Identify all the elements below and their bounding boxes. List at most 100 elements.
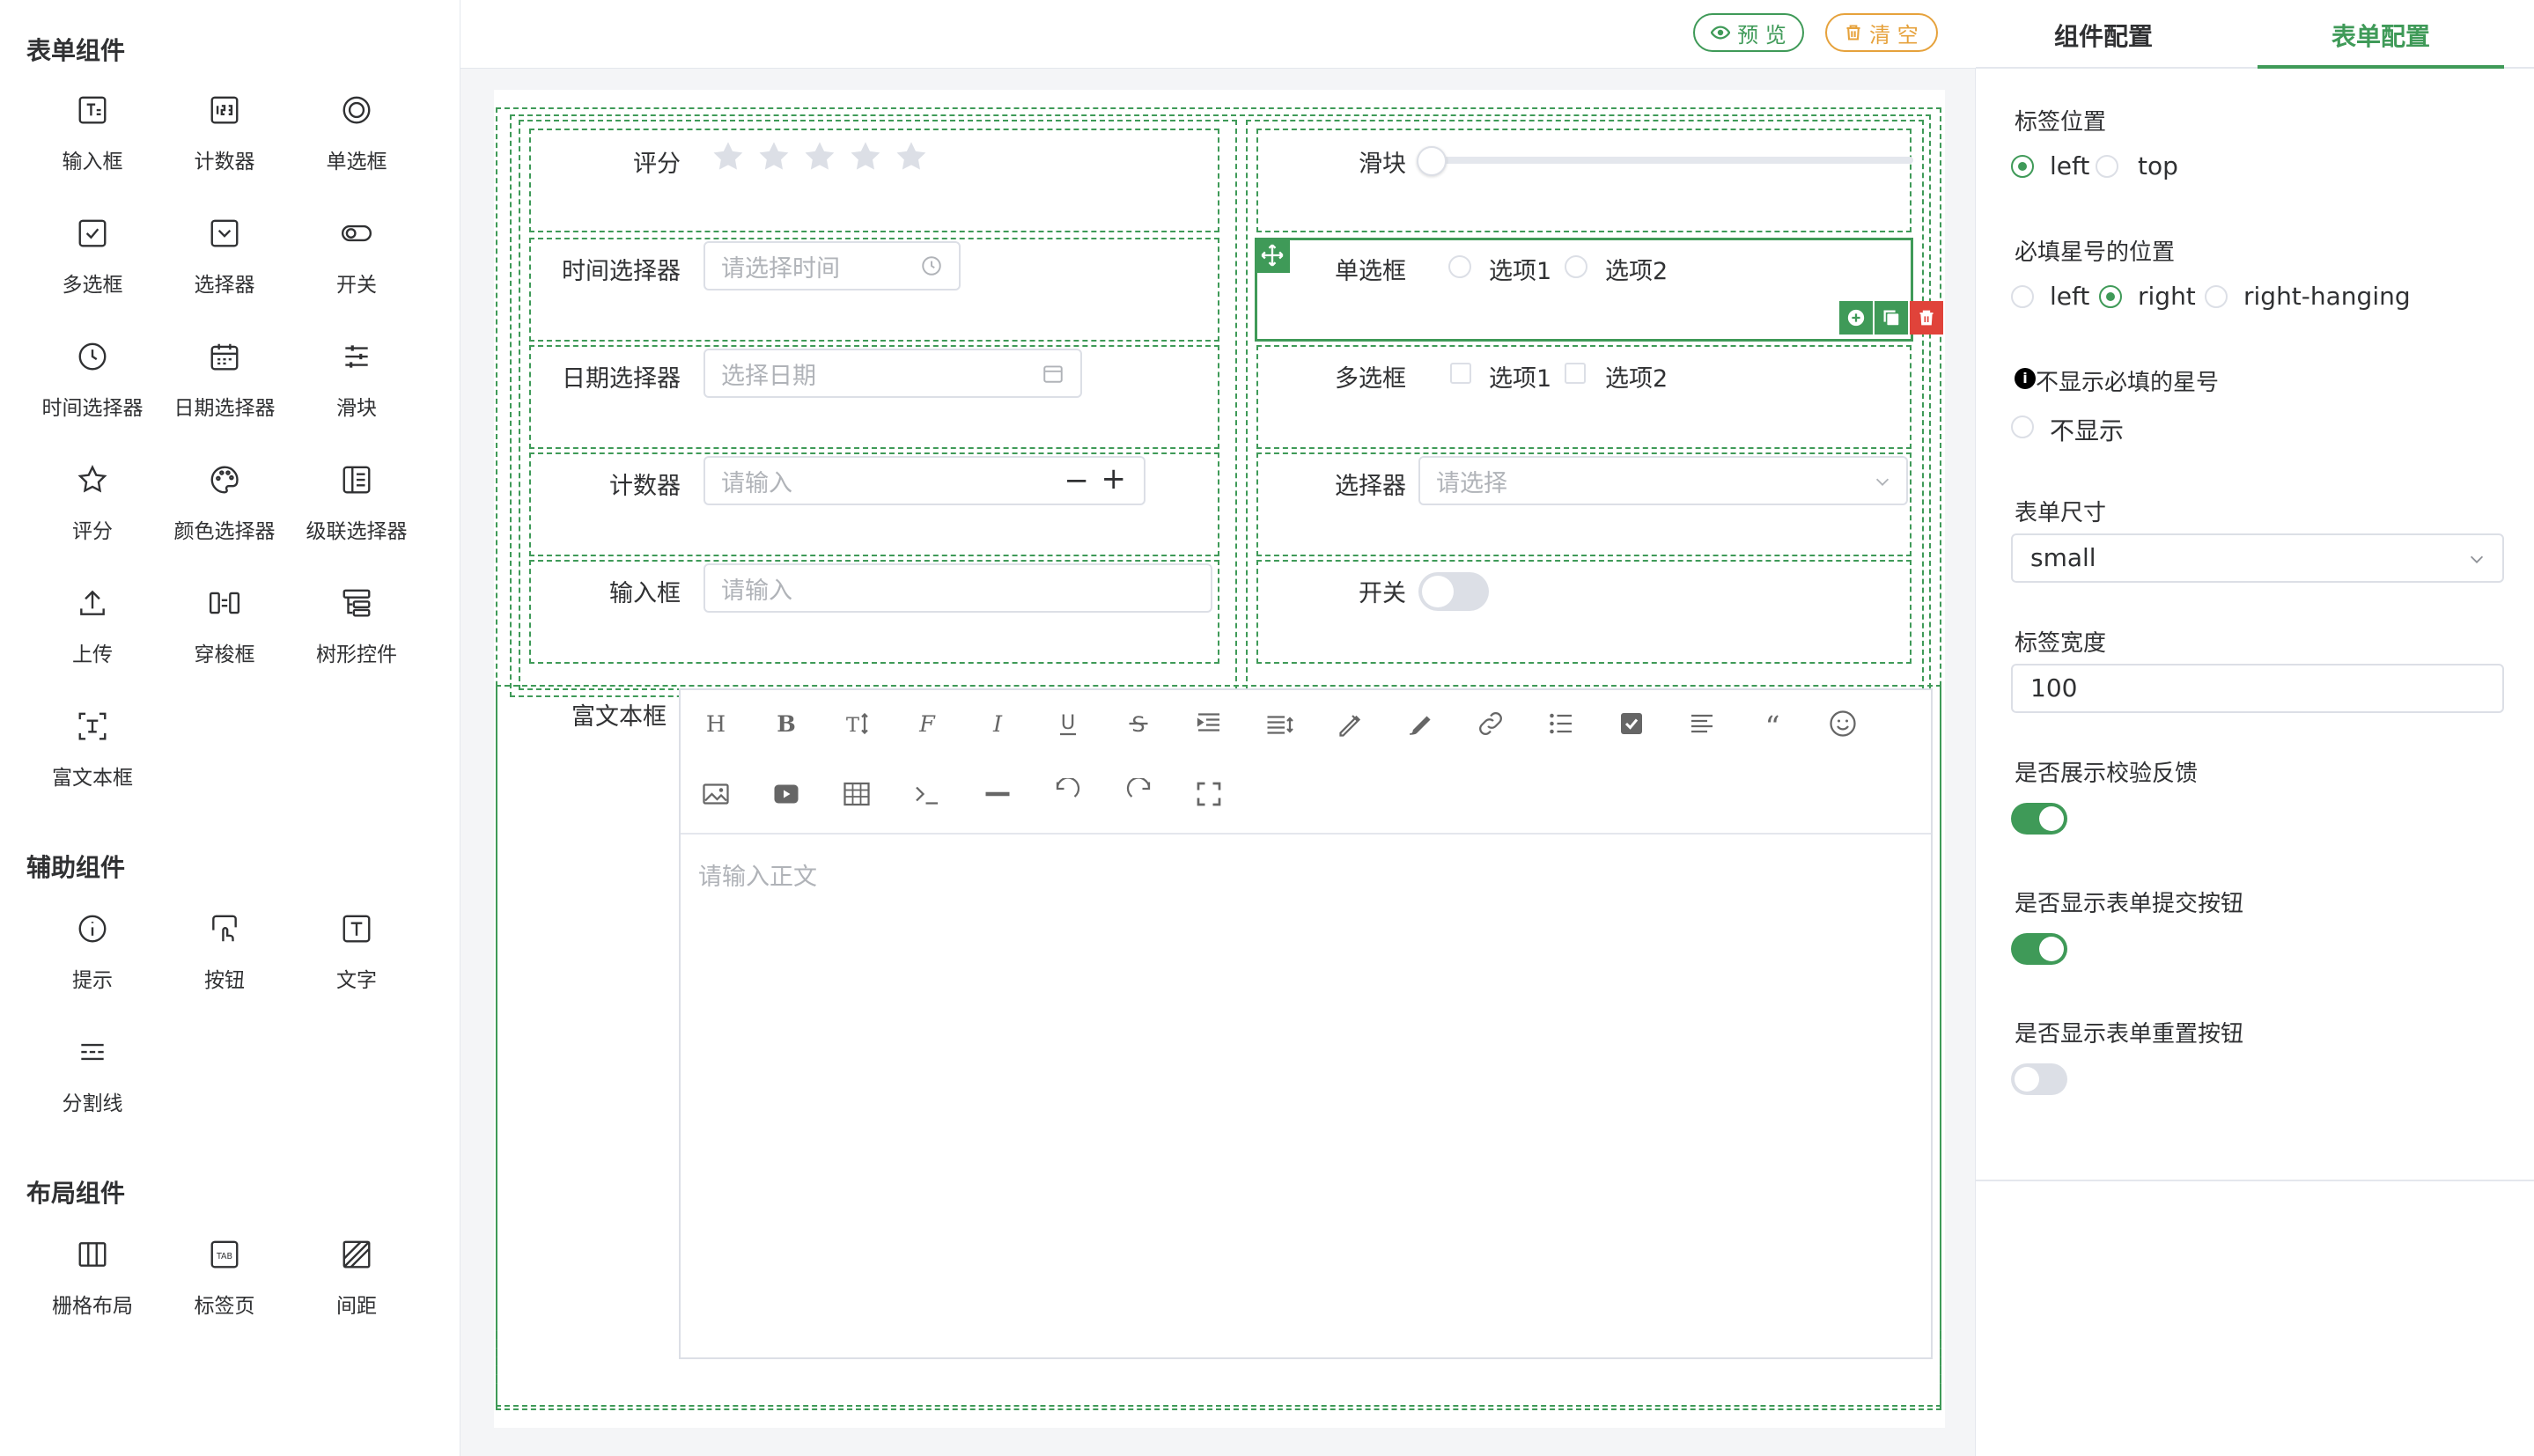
comp-tabs[interactable]: TAB 标签页 [158, 1238, 291, 1343]
section-title-form: 表单组件 [26, 36, 126, 65]
label-width-input[interactable]: 100 [2011, 664, 2504, 713]
svg-text:H: H [706, 711, 726, 738]
show-feedback-switch[interactable] [2011, 803, 2067, 835]
rate-star-5[interactable] [894, 139, 929, 174]
underline-icon[interactable]: U [1052, 708, 1084, 739]
video-icon[interactable] [770, 778, 802, 810]
comp-divider[interactable]: 分割线 [26, 1035, 158, 1141]
show-reset-switch[interactable] [2011, 1063, 2067, 1095]
tab-form-config[interactable]: 表单配置 [2258, 18, 2504, 53]
link-icon[interactable] [1475, 708, 1506, 739]
table-icon[interactable] [841, 778, 873, 810]
counter-input[interactable]: 请输入 − + [703, 456, 1145, 505]
redo-icon[interactable] [1123, 778, 1154, 810]
bold-icon[interactable]: B [770, 708, 802, 739]
slider-track[interactable] [1429, 157, 1913, 164]
hide-required-radio[interactable] [2011, 415, 2034, 438]
comp-grid[interactable]: 栅格布局 [26, 1238, 158, 1343]
undo-icon[interactable] [1052, 778, 1084, 810]
comp-switch[interactable]: 开关 [291, 217, 423, 322]
comp-upload[interactable]: 上传 [26, 586, 158, 692]
date-picker-input[interactable]: 选择日期 [703, 349, 1082, 398]
color-icon[interactable] [1334, 708, 1366, 739]
rate-star-3[interactable] [802, 139, 837, 174]
required-pos-left-radio[interactable] [2011, 285, 2034, 308]
comp-transfer[interactable]: 穿梭框 [158, 586, 291, 692]
preview-button[interactable]: 预 览 [1693, 13, 1804, 52]
image-icon[interactable] [700, 778, 732, 810]
comp-date-picker[interactable]: 日期选择器 [158, 340, 291, 445]
time-picker-input[interactable]: 请选择时间 [703, 241, 961, 290]
radio-option-1[interactable] [1448, 255, 1471, 278]
font-size-icon[interactable]: T [841, 708, 873, 739]
select-input[interactable]: 请选择 [1418, 456, 1908, 505]
rate-star-4[interactable] [848, 139, 883, 174]
comp-counter[interactable]: 计数器 [158, 93, 291, 199]
line-height-icon[interactable] [1263, 708, 1295, 739]
bullet-list-icon[interactable] [1545, 708, 1577, 739]
comp-input[interactable]: 输入框 [26, 93, 158, 199]
tab-component-config[interactable]: 组件配置 [1976, 18, 2231, 53]
emoji-icon[interactable] [1827, 708, 1859, 739]
radio-option-1-label: 选项1 [1489, 258, 1552, 285]
justify-icon[interactable] [1686, 708, 1718, 739]
radio-option-2[interactable] [1565, 255, 1587, 278]
bg-color-icon[interactable] [1404, 708, 1436, 739]
indent-icon[interactable] [1193, 708, 1225, 739]
comp-rate[interactable]: 评分 [26, 463, 158, 569]
divider-icon [81, 1043, 104, 1061]
editor-placeholder[interactable]: 请输入正文 [698, 857, 817, 892]
comp-alert[interactable]: 提示 [26, 912, 158, 1018]
time-label: 时间选择器 [562, 258, 681, 285]
checkbox-option-1[interactable] [1450, 363, 1471, 384]
size-select[interactable]: small [2011, 533, 2504, 583]
code-icon[interactable] [911, 778, 943, 810]
show-submit-title: 是否显示表单提交按钮 [2015, 891, 2244, 917]
switch-knob [2039, 806, 2064, 831]
counter-minus-button[interactable]: − [1064, 463, 1090, 498]
rate-star-1[interactable] [711, 139, 746, 174]
hide-required-label: 不显示 [2050, 416, 2125, 445]
text-input[interactable]: 请输入 [703, 563, 1212, 613]
comp-color-picker[interactable]: 颜色选择器 [158, 463, 291, 569]
required-pos-title: 必填星号的位置 [2015, 239, 2176, 266]
show-submit-switch[interactable] [2011, 933, 2067, 965]
comp-text[interactable]: 文字 [291, 912, 423, 1018]
clear-button[interactable]: 清 空 [1825, 13, 1938, 52]
switch-toggle[interactable] [1418, 572, 1489, 611]
counter-placeholder: 请输入 [721, 469, 792, 497]
checkbox-option-2[interactable] [1565, 363, 1586, 384]
select-placeholder: 请选择 [1436, 469, 1507, 497]
comp-checkbox[interactable]: 多选框 [26, 217, 158, 322]
strikethrough-icon[interactable]: S [1123, 708, 1154, 739]
quote-icon[interactable]: “ [1757, 708, 1788, 739]
italic-icon[interactable]: I [982, 708, 1013, 739]
comp-time-picker[interactable]: 时间选择器 [26, 340, 158, 445]
comp-label: 间距 [336, 1295, 377, 1318]
required-pos-right-hanging-radio[interactable] [2205, 285, 2228, 308]
delete-item-button[interactable] [1910, 301, 1943, 335]
comp-tree[interactable]: 树形控件 [291, 586, 423, 692]
label-position-left-radio[interactable] [2011, 155, 2034, 178]
required-pos-right-radio[interactable] [2099, 285, 2122, 308]
comp-cascader[interactable]: 级联选择器 [291, 463, 423, 569]
add-item-button[interactable] [1839, 301, 1873, 335]
todo-icon[interactable] [1616, 708, 1647, 739]
divider-icon[interactable] [982, 778, 1013, 810]
font-family-icon[interactable]: F [911, 708, 943, 739]
comp-radio[interactable]: 单选框 [291, 93, 423, 199]
slider-handle[interactable] [1417, 146, 1447, 176]
comp-label: 开关 [336, 274, 377, 297]
tabs-icon: TAB [210, 1240, 239, 1268]
rate-star-2[interactable] [756, 139, 792, 174]
comp-space[interactable]: 间距 [291, 1238, 423, 1343]
comp-richtext[interactable]: 富文本框 [26, 710, 158, 815]
counter-plus-button[interactable]: + [1101, 461, 1127, 496]
label-position-top-radio[interactable] [2096, 155, 2118, 178]
comp-slider[interactable]: 滑块 [291, 340, 423, 445]
comp-button[interactable]: 按钮 [158, 912, 291, 1018]
comp-select[interactable]: 选择器 [158, 217, 291, 322]
copy-item-button[interactable] [1875, 301, 1908, 335]
heading-icon[interactable]: H [700, 708, 732, 739]
fullscreen-icon[interactable] [1193, 778, 1225, 810]
